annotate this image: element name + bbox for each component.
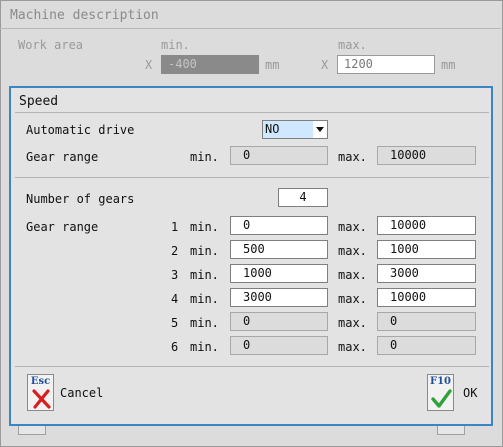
red-x-icon xyxy=(32,389,51,409)
green-check-icon xyxy=(431,389,452,408)
gear-range-max-field: 10000 xyxy=(377,146,476,165)
gear-number: 4 xyxy=(171,292,179,306)
work-area-label: Work area xyxy=(18,38,84,52)
max-label: max. xyxy=(338,340,367,354)
min-label: min. xyxy=(190,316,219,330)
ok-label[interactable]: OK xyxy=(463,386,477,400)
x-min-field[interactable]: -400 xyxy=(161,55,259,74)
max-label: max. xyxy=(338,292,367,306)
number-of-gears-label: Number of gears xyxy=(26,192,135,206)
max-label: max. xyxy=(338,316,367,330)
gear-1-min-input[interactable]: 0 xyxy=(230,216,328,235)
gear-4-max-input[interactable]: 10000 xyxy=(377,288,476,307)
gear-2-min-input[interactable]: 500 xyxy=(230,240,328,259)
max-label: max. xyxy=(338,220,367,234)
gear-number: 3 xyxy=(171,268,179,282)
background-button-fragment xyxy=(437,426,465,435)
gear-number: 2 xyxy=(171,244,179,258)
unit-label-max: mm xyxy=(441,58,456,72)
max-header: max. xyxy=(338,38,367,52)
min-label: min. xyxy=(190,268,219,282)
min-label: min. xyxy=(190,244,219,258)
gear-5-max-field: 0 xyxy=(377,312,476,331)
chevron-down-icon[interactable] xyxy=(316,127,324,132)
esc-key-label: Esc xyxy=(30,376,51,387)
cancel-button[interactable]: Esc xyxy=(27,374,54,411)
x-axis-label-max: X xyxy=(321,58,329,72)
ok-button[interactable]: F10 xyxy=(427,374,454,411)
max-label: max. xyxy=(338,150,367,164)
gear-6-max-field: 0 xyxy=(377,336,476,355)
cancel-label[interactable]: Cancel xyxy=(60,386,103,400)
min-label: min. xyxy=(190,292,219,306)
x-axis-label-min: X xyxy=(145,58,153,72)
gear-6-min-field: 0 xyxy=(230,336,328,355)
gear-3-min-input[interactable]: 1000 xyxy=(230,264,328,283)
gear-number: 1 xyxy=(171,220,179,234)
background-window-title: Machine description xyxy=(10,8,159,23)
min-label: min. xyxy=(190,340,219,354)
dialog-title: Speed xyxy=(19,94,59,109)
gear-1-max-input[interactable]: 10000 xyxy=(377,216,476,235)
background-button-fragment xyxy=(18,426,46,435)
gear-3-max-input[interactable]: 3000 xyxy=(377,264,476,283)
gear-range-min-field: 0 xyxy=(230,146,328,165)
x-max-field[interactable]: 1200 xyxy=(337,55,435,74)
number-of-gears-input[interactable]: 4 xyxy=(278,188,328,207)
min-header: min. xyxy=(161,38,190,52)
f10-key-label: F10 xyxy=(429,376,451,387)
max-label: max. xyxy=(338,268,367,282)
unit-label-min: mm xyxy=(265,58,280,72)
divider xyxy=(15,366,489,367)
automatic-drive-label: Automatic drive xyxy=(26,123,135,137)
min-label: min. xyxy=(190,150,219,164)
gear-2-max-input[interactable]: 1000 xyxy=(377,240,476,259)
divider xyxy=(15,177,489,178)
min-label: min. xyxy=(190,220,219,234)
gear-number: 6 xyxy=(171,340,179,354)
automatic-drive-select[interactable]: NO xyxy=(262,120,328,139)
max-label: max. xyxy=(338,244,367,258)
automatic-drive-value: NO xyxy=(263,121,313,138)
gears-range-label: Gear range xyxy=(26,220,99,234)
gear-5-min-field: 0 xyxy=(230,312,328,331)
gear-number: 5 xyxy=(171,316,179,330)
divider xyxy=(15,112,489,113)
gear-range-label: Gear range xyxy=(26,150,99,164)
divider xyxy=(0,28,501,29)
gear-4-min-input[interactable]: 3000 xyxy=(230,288,328,307)
